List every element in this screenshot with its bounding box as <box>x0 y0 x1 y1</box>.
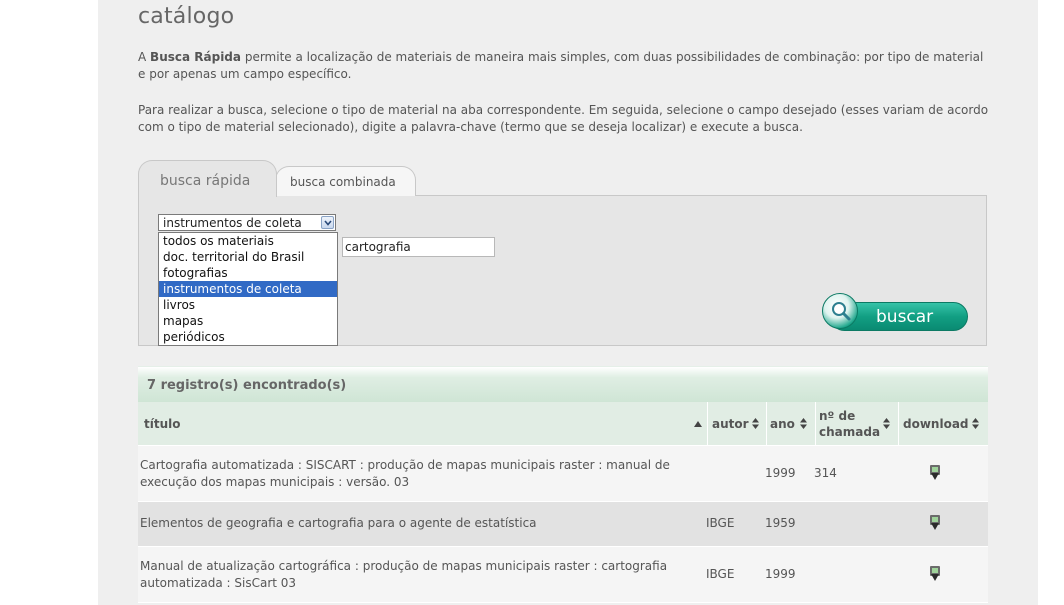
column-label: título <box>144 417 181 431</box>
dropdown-option[interactable]: todos os materiais <box>159 233 337 249</box>
column-label: download <box>903 417 969 431</box>
tab-busca-rapida[interactable]: busca rápida <box>138 160 277 197</box>
buscar-button[interactable]: buscar <box>822 293 969 335</box>
column-ano[interactable]: ano <box>767 402 814 445</box>
material-select[interactable]: instrumentos de coleta <box>158 214 336 231</box>
dropdown-option[interactable]: livros <box>159 297 337 313</box>
sort-up-icon[interactable] <box>694 421 702 427</box>
column-autor[interactable]: autor <box>708 402 765 445</box>
cell-ano: 1999 <box>765 466 796 480</box>
download-icon[interactable] <box>928 566 942 582</box>
cell-ano: 1959 <box>765 516 796 530</box>
catalog-page: catálogo A Busca Rápida permite a locali… <box>98 0 1038 605</box>
cell-chamada: 314 <box>814 466 837 480</box>
download-icon[interactable] <box>928 465 942 481</box>
table-row[interactable]: Cartografia automatizada : SISCART : pro… <box>138 446 988 502</box>
cell-ano: 1999 <box>765 567 796 581</box>
column-label: ano <box>770 417 795 431</box>
column-label: autor <box>712 417 749 431</box>
magnifier-icon <box>822 293 858 329</box>
search-panel: instrumentos de coleta todos os materiai… <box>138 195 987 346</box>
sort-both-icon[interactable] <box>883 418 890 429</box>
cell-titulo[interactable]: Elementos de geografia e cartografia par… <box>140 515 680 532</box>
sort-both-icon[interactable] <box>800 418 807 429</box>
cell-titulo[interactable]: Manual de atualização cartográfica : pro… <box>140 558 680 592</box>
instructions-paragraph: Para realizar a busca, selecione o tipo … <box>138 103 989 134</box>
download-icon[interactable] <box>928 515 942 531</box>
tab-label: busca rápida <box>160 173 251 189</box>
table-row[interactable]: Manual de atualização cartográfica : pro… <box>138 547 988 603</box>
tab-label: busca combinada <box>290 175 396 189</box>
page-title: catálogo <box>138 4 235 29</box>
results-count-bar: 7 registro(s) encontrado(s) <box>138 366 988 402</box>
tab-busca-combinada[interactable]: busca combinada <box>275 166 416 196</box>
dropdown-option[interactable]: periódicos <box>159 329 337 345</box>
cell-autor: IBGE <box>706 516 735 530</box>
intro-rest: permite a localização de materiais de ma… <box>138 50 984 81</box>
intro-bold: Busca Rápida <box>150 50 241 64</box>
cell-autor: IBGE <box>706 567 735 581</box>
results-count: 7 registro(s) encontrado(s) <box>147 378 347 393</box>
dropdown-option[interactable]: fotografias <box>159 265 337 281</box>
intro-prefix: A <box>138 50 147 64</box>
column-titulo[interactable]: título <box>138 402 706 445</box>
sort-both-icon[interactable] <box>752 418 759 429</box>
sort-both-icon[interactable] <box>972 418 979 429</box>
results-table: título autor ano nº de chamada download <box>138 402 988 603</box>
intro-paragraph: A Busca Rápida permite a localização de … <box>138 49 994 83</box>
cell-titulo[interactable]: Cartografia automatizada : SISCART : pro… <box>140 457 680 491</box>
column-download[interactable]: download <box>899 402 988 445</box>
column-label: nº de chamada <box>819 409 881 439</box>
column-chamada[interactable]: nº de chamada <box>816 402 897 445</box>
keyword-value: cartografia <box>345 240 411 254</box>
buscar-label: buscar <box>876 307 934 327</box>
material-dropdown-list: todos os materiais doc. territorial do B… <box>158 232 338 346</box>
table-header: título autor ano nº de chamada download <box>138 402 988 446</box>
dropdown-option-selected[interactable]: instrumentos de coleta <box>159 281 337 297</box>
dropdown-option[interactable]: mapas <box>159 313 337 329</box>
material-select-value: instrumentos de coleta <box>163 216 302 230</box>
chevron-down-icon[interactable] <box>321 216 334 229</box>
keyword-input[interactable]: cartografia <box>342 237 495 257</box>
dropdown-option[interactable]: doc. territorial do Brasil <box>159 249 337 265</box>
table-row[interactable]: Elementos de geografia e cartografia par… <box>138 502 988 547</box>
